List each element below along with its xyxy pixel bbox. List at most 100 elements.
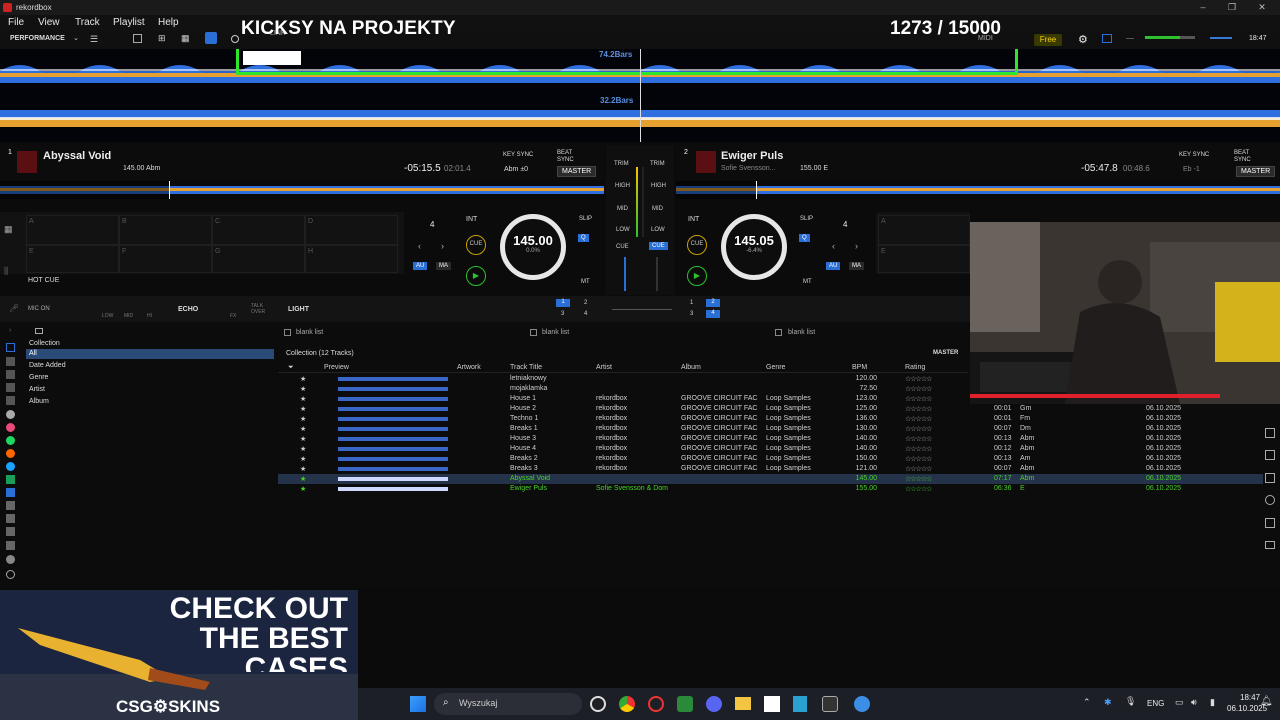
info-icon[interactable] <box>1265 495 1275 505</box>
deck2-fx-assign-4[interactable]: 4 <box>706 310 720 318</box>
deck2-pad-a[interactable]: A <box>878 215 970 245</box>
blank-list-2[interactable]: blank list <box>542 329 569 336</box>
pad-d[interactable]: D <box>305 215 398 245</box>
soundcloud-icon[interactable] <box>6 449 15 458</box>
tree-all[interactable]: All <box>29 350 37 357</box>
pad-e[interactable]: E <box>26 245 119 273</box>
track-preview-waveform[interactable] <box>338 447 448 451</box>
deck1-cue-button[interactable]: CUE <box>466 235 486 255</box>
deck1-auto-button[interactable]: AU <box>413 262 428 270</box>
talk-over-button[interactable]: TALK OVER <box>251 303 265 315</box>
rekordbox-taskbar-icon[interactable] <box>822 696 838 712</box>
opera-icon[interactable] <box>648 696 664 712</box>
channel-fader-left[interactable] <box>624 257 626 291</box>
cue-left-button[interactable]: CUE <box>616 244 629 250</box>
menu-playlist[interactable]: Playlist <box>113 17 145 28</box>
deck2-next-icon[interactable]: › <box>855 241 858 251</box>
volume-slider[interactable] <box>1210 37 1232 39</box>
blank-list-3-icon[interactable] <box>775 329 782 336</box>
deck1-key-sync-button[interactable]: KEY SYNC <box>503 152 533 158</box>
track-star-icon[interactable]: ★ <box>300 405 306 413</box>
track-rating-stars[interactable]: ☆☆☆☆☆ <box>905 375 932 383</box>
track-star-icon[interactable]: ★ <box>300 375 306 383</box>
track-star-icon[interactable]: ★ <box>300 395 306 403</box>
tree-artist[interactable]: Artist <box>29 386 45 393</box>
deck1-key-display[interactable]: Abm ±0 <box>504 166 528 173</box>
notepad-icon[interactable] <box>793 696 807 712</box>
pad-a[interactable]: A <box>26 215 119 245</box>
language-indicator[interactable]: ENG <box>1147 699 1164 708</box>
close-icon[interactable]: ✕ <box>1255 2 1269 13</box>
blank-list-1[interactable]: blank list <box>296 329 323 336</box>
deck2-quantize-button[interactable]: Q <box>799 234 810 242</box>
deck2-master-button[interactable]: MASTER <box>1236 166 1276 177</box>
menu-view[interactable]: View <box>38 17 60 28</box>
table-row[interactable]: ★ Ewiger Puls Sofie Svensson & Dom 155.00 06… <box>278 484 1263 494</box>
mic-on-button[interactable]: MIC ON <box>28 306 50 312</box>
deck2-prev-icon[interactable]: ‹ <box>832 241 835 251</box>
deck1-overview-waveform[interactable] <box>0 181 604 199</box>
track-rating-stars[interactable]: ☆☆☆☆☆ <box>905 405 932 413</box>
deck1-int-button[interactable]: INT <box>466 216 477 223</box>
spotify-icon[interactable] <box>6 436 15 445</box>
pad-c[interactable]: C <box>212 215 305 245</box>
track-preview-waveform[interactable] <box>338 437 448 441</box>
deck2-play-button[interactable]: ▶ <box>687 266 707 286</box>
track-star-icon[interactable]: ★ <box>300 385 306 393</box>
deck1-fx-assign-4[interactable]: 4 <box>584 311 587 317</box>
column-track-title[interactable]: Track Title <box>510 364 542 371</box>
deck2-int-button[interactable]: INT <box>688 216 699 223</box>
fx-echo-selector[interactable]: ECHO <box>178 306 198 313</box>
cloud-app-icon[interactable] <box>854 696 870 712</box>
menu-file[interactable]: File <box>8 17 24 28</box>
deck2-key-sync-button[interactable]: KEY SYNC <box>1179 152 1209 158</box>
menu-track[interactable]: Track <box>75 17 100 28</box>
network-icon[interactable]: ▭ <box>1175 697 1184 708</box>
minimize-icon[interactable]: – <box>1196 2 1210 12</box>
column-bpm[interactable]: BPM <box>852 364 867 371</box>
discord-icon[interactable] <box>706 696 722 712</box>
deck1-next-icon[interactable]: › <box>441 241 444 251</box>
column-rating[interactable]: Rating <box>905 364 925 371</box>
deck2-mt-button[interactable]: MT <box>803 279 812 285</box>
deck1-beat-sync-button[interactable]: BEAT SYNC <box>557 150 581 164</box>
beatport-icon[interactable] <box>6 462 15 471</box>
tidal-icon[interactable] <box>6 475 15 484</box>
notification-icon[interactable]: 🔔︎ <box>1260 696 1273 707</box>
deck2-waveform[interactable]: 32.2Bars <box>0 94 1280 142</box>
track-rating-stars[interactable]: ☆☆☆☆☆ <box>905 455 932 463</box>
track-preview-waveform[interactable] <box>338 457 448 461</box>
table-row[interactable]: ★ House 4 rekordbox GROOVE CIRCUIT FAC Loop … <box>278 444 1263 454</box>
deck2-beat-sync-button[interactable]: BEAT SYNC <box>1234 150 1258 164</box>
crossfader[interactable] <box>612 309 672 310</box>
deck2-fx-assign-1[interactable]: 1 <box>690 300 693 306</box>
taskbar-search-box[interactable]: ⌕ Wyszukaj <box>434 693 582 715</box>
collection-icon[interactable] <box>35 328 43 334</box>
track-star-icon[interactable]: ★ <box>300 445 306 453</box>
table-row[interactable]: ★ Techno 1 rekordbox GROOVE CIRCUIT FAC Loop… <box>278 414 1263 424</box>
deck1-master-tempo-button[interactable]: MA <box>436 262 451 270</box>
track-preview-waveform[interactable] <box>338 387 448 391</box>
image-icon[interactable] <box>133 34 142 43</box>
tree-date-added[interactable]: Date Added <box>29 362 66 369</box>
deck1-jog-wheel[interactable]: 145.00 0.0% <box>500 214 566 280</box>
deck1-mt-button[interactable]: MT <box>581 279 590 285</box>
track-star-icon[interactable]: ★ <box>300 425 306 433</box>
track-preview-waveform[interactable] <box>338 467 448 471</box>
mode-selector[interactable]: PERFORMANCE <box>10 35 65 42</box>
windows-start-icon[interactable] <box>410 696 426 712</box>
track-star-icon[interactable]: ★ <box>300 465 306 473</box>
sidepanel-icon-1[interactable] <box>1265 428 1275 438</box>
track-star-icon[interactable]: ★ <box>300 485 306 493</box>
grid-nav-icon[interactable] <box>6 396 15 405</box>
track-star-icon[interactable]: ★ <box>300 455 306 463</box>
shield-app-icon[interactable] <box>677 696 693 712</box>
capcut-icon[interactable] <box>764 696 780 712</box>
track-rating-stars[interactable]: ☆☆☆☆☆ <box>905 385 932 393</box>
pad-b[interactable]: B <box>119 215 212 245</box>
sidepanel-icon-2[interactable] <box>1265 450 1275 460</box>
deck2-pad-e[interactable]: E <box>878 245 970 273</box>
taskbar-time[interactable]: 18:47 <box>1240 693 1260 702</box>
matching-nav-icon[interactable] <box>6 383 15 392</box>
chevron-down-icon[interactable]: ⌄ <box>73 34 79 42</box>
